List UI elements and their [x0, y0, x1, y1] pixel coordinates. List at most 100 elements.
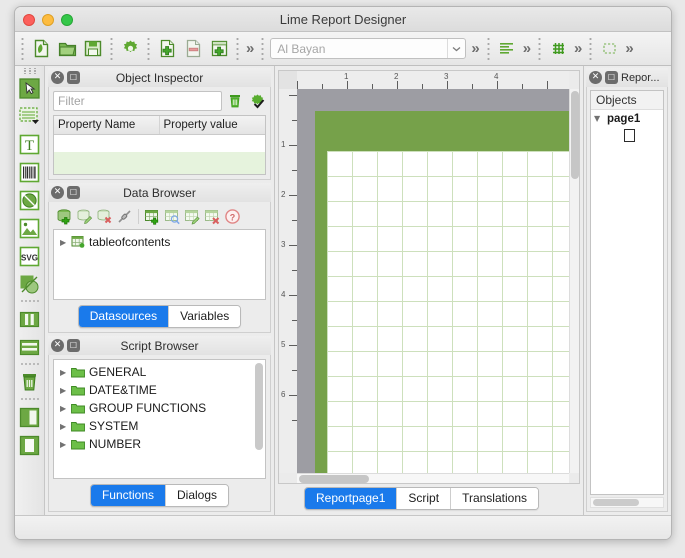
toolbar-overflow-1[interactable]: »	[243, 41, 257, 56]
toolbar-overflow-5[interactable]: »	[622, 41, 636, 56]
scrollbar-thumb[interactable]	[299, 475, 369, 483]
close-icon[interactable]: ✕	[589, 71, 602, 84]
selection-rect-icon[interactable]	[597, 37, 621, 61]
objects-tree-horizontal-scrollbar[interactable]	[590, 497, 664, 508]
tree-item-tableofcontents[interactable]: ▶ tableofcontents	[56, 233, 263, 251]
shape-tool-icon[interactable]	[17, 187, 43, 213]
scrollbar-thumb[interactable]	[571, 91, 579, 179]
align-text-icon[interactable]	[495, 37, 519, 61]
close-icon[interactable]: ✕	[51, 339, 64, 352]
tree-item-page1[interactable]: ▼ page1	[591, 110, 663, 127]
close-window-button[interactable]	[23, 14, 35, 26]
delete-page-icon[interactable]	[181, 37, 205, 61]
close-icon[interactable]: ✕	[51, 71, 64, 84]
band-tool-icon[interactable]	[17, 103, 43, 129]
tree-item-number[interactable]: ▶ NUMBER	[56, 435, 263, 453]
edit-table-icon[interactable]	[183, 207, 202, 226]
save-report-icon[interactable]	[81, 37, 105, 61]
tree-item-datetime[interactable]: ▶ DATE&TIME	[56, 381, 263, 399]
toolbar-grip-8[interactable]	[587, 37, 595, 60]
tree-item-group-functions[interactable]: ▶ GROUP FUNCTIONS	[56, 399, 263, 417]
canvas-viewport[interactable]: 1 2 3 4 1 2 3 4 5 6	[278, 70, 580, 484]
add-table-icon[interactable]	[143, 207, 162, 226]
tab-functions[interactable]: Functions	[90, 485, 166, 506]
tab-datasources[interactable]: Datasources	[78, 306, 170, 327]
tree-item-general[interactable]: ▶ GENERAL	[56, 363, 263, 381]
trash-icon[interactable]	[226, 92, 244, 110]
page-grid[interactable]	[327, 151, 569, 473]
toolbar-overflow-3[interactable]: »	[520, 41, 534, 56]
page-tool-icon[interactable]	[17, 432, 43, 458]
toolbar-grip-7[interactable]	[536, 37, 544, 60]
add-page-icon[interactable]	[155, 37, 179, 61]
report-band-header[interactable]	[315, 111, 569, 151]
canvas-vertical-scrollbar[interactable]	[569, 89, 579, 473]
columns-tool-icon[interactable]	[17, 306, 43, 332]
canvas-horizontal-scrollbar[interactable]	[297, 473, 569, 483]
expander-icon[interactable]: ▶	[60, 404, 71, 413]
toolbar-grip-2[interactable]	[108, 37, 115, 60]
image-tool-icon[interactable]	[17, 215, 43, 241]
report-band-left[interactable]	[315, 151, 327, 473]
settings-gear-icon[interactable]	[118, 37, 142, 61]
delete-table-icon[interactable]	[203, 207, 222, 226]
float-icon[interactable]: ☐	[67, 71, 80, 84]
toolbar-grip-5[interactable]	[259, 37, 267, 60]
add-database-icon[interactable]	[55, 207, 74, 226]
scrollbar-thumb[interactable]	[593, 499, 639, 506]
toolbar-overflow-2[interactable]: »	[468, 41, 482, 56]
barcode-tool-icon[interactable]	[17, 159, 43, 185]
expander-icon[interactable]: ▶	[60, 386, 71, 395]
filter-input[interactable]: Filter	[53, 91, 222, 111]
page-split-tool-icon[interactable]	[17, 404, 43, 430]
vtoolbar-grip[interactable]	[20, 68, 39, 74]
float-icon[interactable]: ☐	[67, 186, 80, 199]
chevron-down-icon[interactable]	[447, 39, 465, 58]
view-table-icon[interactable]	[163, 207, 182, 226]
delete-tool-icon[interactable]	[17, 369, 43, 395]
open-report-icon[interactable]	[55, 37, 79, 61]
show-grid-icon[interactable]	[546, 37, 570, 61]
rows-tool-icon[interactable]	[17, 334, 43, 360]
text-item-tool-icon[interactable]: T	[17, 131, 43, 157]
expander-icon[interactable]: ▶	[60, 440, 71, 449]
expander-icon[interactable]: ▶	[60, 422, 71, 431]
toolbar-overflow-4[interactable]: »	[571, 41, 585, 56]
new-report-icon[interactable]	[29, 37, 53, 61]
objects-tree[interactable]: Objects ▼ page1	[590, 90, 664, 495]
toolbar-grip-4[interactable]	[234, 37, 241, 60]
toolbar-grip[interactable]	[19, 37, 26, 60]
float-icon[interactable]: ☐	[67, 339, 80, 352]
connect-database-icon[interactable]	[115, 207, 134, 226]
report-page[interactable]	[297, 89, 569, 473]
font-family-select[interactable]: Al Bayan	[270, 38, 467, 59]
close-icon[interactable]: ✕	[51, 186, 64, 199]
expander-icon[interactable]: ▶	[60, 238, 71, 247]
tab-variables[interactable]: Variables	[169, 306, 241, 327]
zoom-window-button[interactable]	[61, 14, 73, 26]
tab-dialogs[interactable]: Dialogs	[166, 485, 229, 506]
tree-item-child[interactable]	[591, 127, 663, 144]
functions-tree-scrollbar[interactable]	[255, 363, 263, 475]
tab-reportpage1[interactable]: Reportpage1	[305, 487, 398, 509]
scrollbar-thumb[interactable]	[255, 363, 263, 451]
pointer-tool-icon[interactable]	[17, 75, 43, 101]
svg-tool-icon[interactable]: SVG	[17, 243, 43, 269]
help-icon[interactable]: ?	[223, 207, 242, 226]
tab-script[interactable]: Script	[397, 487, 452, 509]
minimize-window-button[interactable]	[42, 14, 54, 26]
edit-database-icon[interactable]	[75, 207, 94, 226]
page-scroll-area[interactable]	[297, 89, 569, 473]
property-table[interactable]: Property Name Property value	[53, 115, 266, 175]
chart-tool-icon[interactable]	[17, 271, 43, 297]
tree-item-system[interactable]: ▶ SYSTEM	[56, 417, 263, 435]
float-icon[interactable]: ☐	[605, 71, 618, 84]
toolbar-grip-3[interactable]	[145, 37, 152, 60]
expander-icon[interactable]: ▼	[594, 114, 605, 123]
datasources-tree[interactable]: ▶ tableofcontents	[53, 229, 266, 300]
expander-icon[interactable]: ▶	[60, 368, 71, 377]
functions-tree[interactable]: ▶ GENERAL ▶ DATE&TIME ▶ GROUP FUNCTIONS …	[53, 359, 266, 479]
add-band-icon[interactable]	[207, 37, 231, 61]
apply-filter-icon[interactable]	[248, 92, 266, 110]
delete-database-icon[interactable]	[95, 207, 114, 226]
